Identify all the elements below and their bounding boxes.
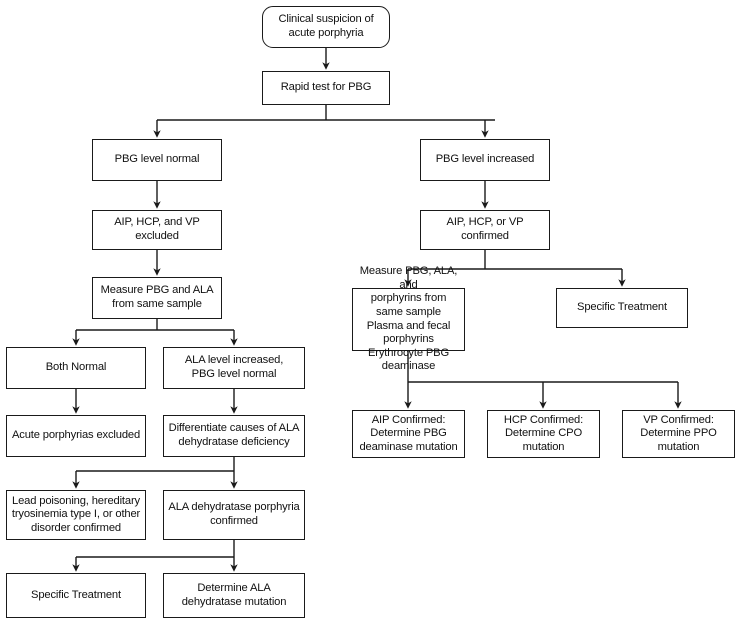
node-hcp-confirmed[interactable]: HCP Confirmed: Determine CPO mutation	[487, 410, 600, 458]
node-clinical-suspicion[interactable]: Clinical suspicion of acute porphyria	[262, 6, 390, 48]
node-specific-treatment-right[interactable]: Specific Treatment	[556, 288, 688, 328]
node-label: Measure PBG and ALA from same sample	[100, 284, 214, 310]
node-determine-ala-mutation[interactable]: Determine ALA dehydratase mutation	[163, 573, 305, 618]
node-label: Determine ALA dehydratase mutation	[181, 581, 287, 608]
node-ala-dehydratase-porphyria[interactable]: ALA dehydratase porphyria confirmed	[163, 490, 305, 540]
node-label: ALA level increased, PBG level normal	[184, 354, 284, 380]
node-label: Rapid test for PBG	[280, 81, 372, 94]
node-label: Clinical suspicion of acute porphyria	[278, 13, 374, 39]
node-measure-pbg-ala[interactable]: Measure PBG and ALA from same sample	[92, 277, 222, 319]
node-label: AIP, HCP, and VP excluded	[114, 216, 200, 242]
node-label: VP Confirmed: Determine PPO mutation	[640, 413, 717, 453]
node-pbg-level-normal[interactable]: PBG level normal	[92, 139, 222, 181]
node-aip-confirmed[interactable]: AIP Confirmed: Determine PBG deaminase m…	[352, 410, 465, 458]
node-label: Specific Treatment	[31, 588, 121, 601]
node-specific-treatment-left[interactable]: Specific Treatment	[6, 573, 146, 618]
node-label: Specific Treatment	[577, 301, 667, 314]
node-label: Measure PBG, ALA, and porphyrins from sa…	[359, 265, 458, 373]
node-label: ALA dehydratase porphyria confirmed	[168, 501, 300, 527]
node-label: HCP Confirmed: Determine CPO mutation	[503, 413, 584, 453]
node-differentiate-causes[interactable]: Differentiate causes of ALA dehydratase …	[163, 415, 305, 457]
node-label: PBG level increased	[435, 153, 535, 166]
node-both-normal[interactable]: Both Normal	[6, 347, 146, 389]
node-aip-hcp-vp-excluded[interactable]: AIP, HCP, and VP excluded	[92, 210, 222, 250]
node-aip-hcp-vp-confirmed[interactable]: AIP, HCP, or VP confirmed	[420, 210, 550, 250]
node-rapid-test-pbg[interactable]: Rapid test for PBG	[262, 71, 390, 105]
node-label: Differentiate causes of ALA dehydratase …	[168, 422, 300, 448]
node-label: Lead poisoning, hereditary tryosinemia t…	[11, 494, 141, 534]
node-label: Both Normal	[45, 361, 107, 374]
node-label: AIP Confirmed: Determine PBG deaminase m…	[359, 413, 458, 453]
node-pbg-level-increased[interactable]: PBG level increased	[420, 139, 550, 181]
node-label: PBG level normal	[114, 153, 200, 166]
node-acute-porphyrias-excluded[interactable]: Acute porphyrias excluded	[6, 415, 146, 457]
node-lead-poisoning[interactable]: Lead poisoning, hereditary tryosinemia t…	[6, 490, 146, 540]
node-measure-pbg-ala-porphyrins[interactable]: Measure PBG, ALA, and porphyrins from sa…	[352, 265, 465, 372]
node-vp-confirmed[interactable]: VP Confirmed: Determine PPO mutation	[622, 410, 735, 458]
node-ala-increased-pbg-normal[interactable]: ALA level increased, PBG level normal	[163, 347, 305, 389]
node-label: Acute porphyrias excluded	[11, 429, 141, 442]
node-label: AIP, HCP, or VP confirmed	[446, 216, 524, 242]
flowchart-canvas: Clinical suspicion of acute porphyria Ra…	[0, 0, 736, 627]
